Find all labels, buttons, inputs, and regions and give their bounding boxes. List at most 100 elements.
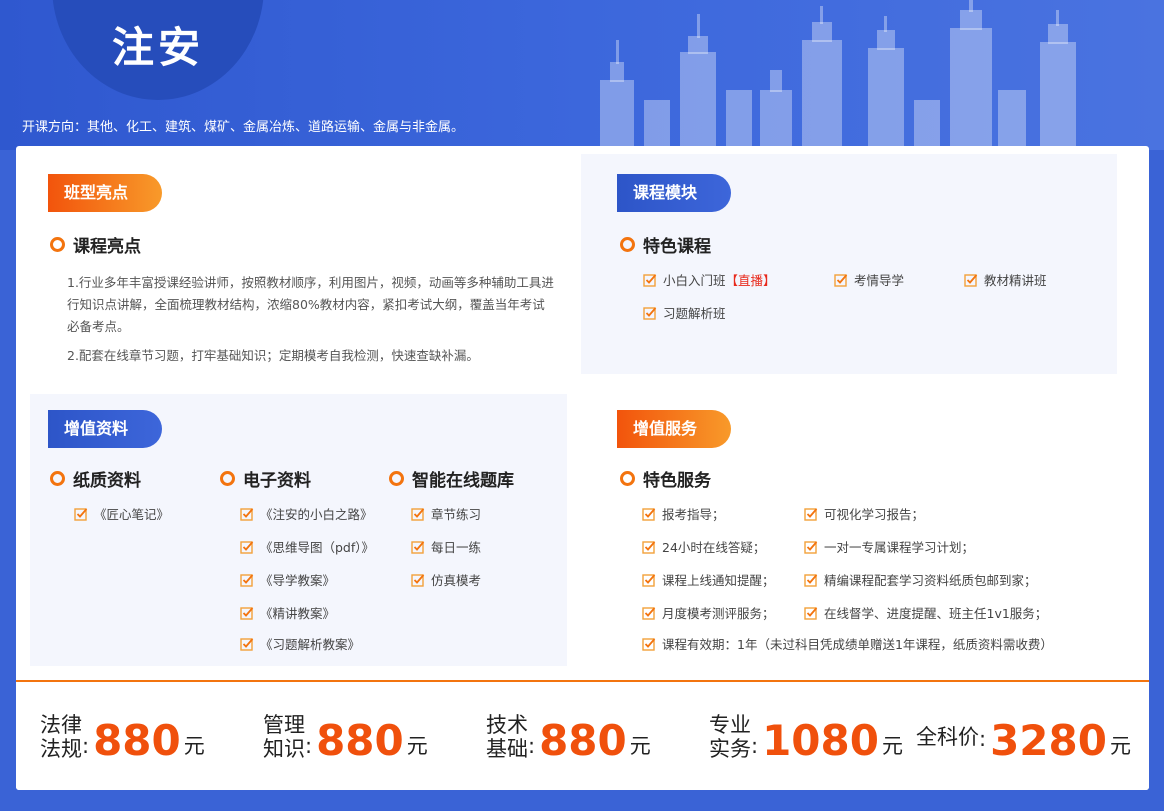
question-bank-heading-text: 智能在线题库	[412, 471, 514, 491]
modules-heading: 特色课程	[620, 232, 711, 257]
checkbox-icon	[804, 573, 818, 587]
service-item-label: 课程上线通知提醒；	[662, 573, 775, 588]
total-value: 3280	[990, 715, 1107, 765]
service-item-label: 在线督学、进度提醒、班主任1v1服务；	[824, 606, 1048, 621]
price-label: 专业 实务	[709, 713, 751, 761]
price-value: 880	[93, 715, 181, 765]
city-skyline-image	[600, 0, 1076, 150]
checkbox-icon	[642, 606, 656, 620]
price-value: 1080	[762, 715, 879, 765]
price-unit: 元	[881, 734, 903, 758]
course-directions: 开课方向：其他、化工、建筑、煤矿、金属冶炼、道路运输、金属与非金属。	[22, 120, 465, 135]
digital-item: 《精讲教案》	[240, 603, 335, 622]
service-item: 24小时在线答疑；	[642, 537, 765, 556]
paper-heading: 纸质资料	[50, 466, 141, 491]
ring-icon	[620, 237, 635, 252]
service-item-label: 精编课程配套学习资料纸质包邮到家；	[824, 573, 1037, 588]
service-item: 月度模考测评服务；	[642, 603, 775, 622]
checkbox-icon	[411, 507, 425, 521]
services-heading: 特色服务	[620, 466, 711, 491]
price-total: 全科价 : 3280 元	[916, 682, 1131, 790]
checkbox-icon	[642, 507, 656, 521]
checkbox-icon	[643, 273, 657, 287]
price-bar: 法律 法规 : 880 元 管理 知识 : 880 元 技术 基础 : 880 元 专…	[16, 680, 1149, 790]
service-item-label: 月度模考测评服务；	[662, 606, 775, 621]
checkbox-icon	[964, 273, 978, 287]
service-item-label: 一对一专属课程学习计划；	[824, 540, 975, 555]
paper-item-label: 《匠心笔记》	[94, 507, 170, 522]
price-label: 技术 基础	[486, 713, 528, 761]
checkbox-icon	[804, 540, 818, 554]
course-item-label: 习题解析班	[663, 306, 726, 321]
price-management: 管理 知识 : 880 元	[263, 682, 428, 790]
price-law: 法律 法规 : 880 元	[40, 682, 205, 790]
course-item-label: 教材精讲班	[984, 273, 1047, 288]
course-item-label: 考情导学	[854, 273, 905, 288]
question-bank-item-label: 仿真模考	[431, 573, 482, 588]
services-tag: 增值服务	[617, 410, 731, 448]
question-bank-heading: 智能在线题库	[389, 466, 514, 491]
checkbox-icon	[240, 637, 254, 651]
checkbox-icon	[411, 573, 425, 587]
checkbox-icon	[642, 573, 656, 587]
live-badge: 【直播】	[725, 273, 776, 288]
colon: :	[305, 734, 313, 758]
highlights-tag: 班型亮点	[48, 174, 162, 212]
colon: :	[528, 734, 536, 758]
service-item: 一对一专属课程学习计划；	[804, 537, 974, 556]
service-item: 精编课程配套学习资料纸质包邮到家；	[804, 570, 1037, 589]
price-unit: 元	[406, 734, 428, 758]
price-practice: 专业 实务 : 1080 元	[709, 682, 903, 790]
service-item-label: 24小时在线答疑；	[662, 540, 766, 555]
checkbox-icon	[240, 573, 254, 587]
digital-item-label: 《习题解析教案》	[260, 637, 361, 652]
services-panel: 增值服务 特色服务 报考指导； 24小时在线答疑； 课程上线通知提醒； 月度模考…	[581, 394, 1141, 666]
highlights-heading: 课程亮点	[50, 232, 141, 257]
services-heading-text: 特色服务	[643, 471, 711, 491]
digital-item: 《思维导图（pdf）》	[240, 537, 374, 556]
course-item: 习题解析班	[643, 303, 726, 322]
digital-item: 《导学教案》	[240, 570, 335, 589]
question-bank-item: 章节练习	[411, 504, 481, 523]
total-unit: 元	[1109, 734, 1131, 758]
service-item: 课程上线通知提醒；	[642, 570, 775, 589]
checkbox-icon	[240, 540, 254, 554]
checkbox-icon	[74, 507, 88, 521]
digital-item-label: 《思维导图（pdf）》	[260, 540, 375, 555]
course-item-label: 小白入门班	[663, 273, 726, 288]
ring-icon	[389, 471, 404, 486]
ring-icon	[220, 471, 235, 486]
page-title: 注安	[112, 23, 205, 72]
price-value: 880	[539, 715, 627, 765]
price-label: 法律 法规	[40, 713, 82, 761]
materials-panel: 增值资料 纸质资料 电子资料 智能在线题库 《匠心笔记》 《注安的小白之路》 《…	[30, 394, 567, 666]
checkbox-icon	[804, 507, 818, 521]
digital-item: 《注安的小白之路》	[240, 504, 373, 523]
price-unit: 元	[629, 734, 651, 758]
service-item: 可视化学习报告；	[804, 504, 924, 523]
service-item-label: 报考指导；	[662, 507, 725, 522]
checkbox-icon	[804, 606, 818, 620]
price-technology: 技术 基础 : 880 元	[486, 682, 651, 790]
highlights-paragraph-2: 2.配套在线章节习题，打牢基础知识；定期模考自我检测，快速查缺补漏。	[67, 348, 479, 363]
modules-panel: 课程模块 特色课程 小白入门班 【直播】 考情导学 教材精讲班 习题解析班	[581, 154, 1117, 374]
total-label: 全科价	[916, 725, 979, 749]
service-item: 报考指导；	[642, 504, 725, 523]
service-item-label: 可视化学习报告；	[824, 507, 925, 522]
materials-tag: 增值资料	[48, 410, 162, 448]
checkbox-icon	[643, 306, 657, 320]
checkbox-icon	[240, 606, 254, 620]
colon: :	[82, 734, 90, 758]
service-item: 在线督学、进度提醒、班主任1v1服务；	[804, 603, 1047, 622]
course-item: 教材精讲班	[964, 270, 1047, 289]
checkbox-icon	[834, 273, 848, 287]
colon: :	[979, 727, 987, 751]
service-item-label: 课程有效期：1年（未过科目凭成绩单赠送1年课程，纸质资料需收费）	[662, 637, 1053, 652]
main-card: 班型亮点 课程亮点 1.行业多年丰富授课经验讲师，按照教材顺序，利用图片，视频，…	[16, 146, 1149, 790]
price-unit: 元	[183, 734, 205, 758]
modules-heading-text: 特色课程	[643, 237, 711, 257]
ring-icon	[620, 471, 635, 486]
highlights-heading-text: 课程亮点	[73, 237, 141, 257]
paper-heading-text: 纸质资料	[73, 471, 141, 491]
digital-item-label: 《注安的小白之路》	[260, 507, 373, 522]
